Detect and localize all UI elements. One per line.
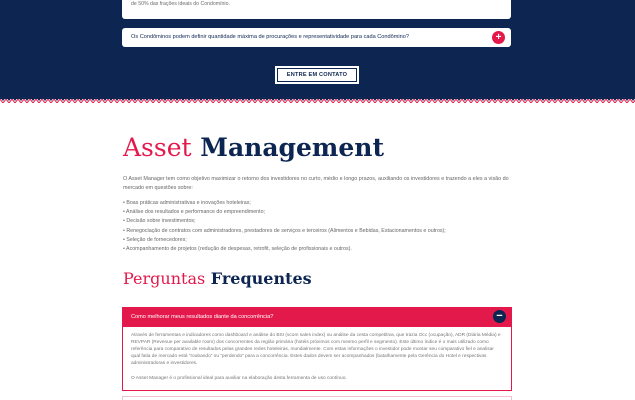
- faq-question[interactable]: Os Condôminos podem definir quantidade m…: [131, 34, 409, 40]
- faq-accordion-header[interactable]: Como melhorar meus resultados diante da …: [123, 307, 512, 327]
- faq-item-procuracoes[interactable]: Os Condôminos podem definir quantidade m…: [122, 28, 511, 47]
- title-light-part: Asset: [123, 133, 192, 162]
- list-item: • Análise dos resultados e performance d…: [123, 209, 266, 216]
- list-item: • Decisão sobre investimentos;: [123, 218, 196, 225]
- contact-button[interactable]: ENTRE EM CONTATO: [277, 68, 357, 82]
- faq-answer-card: de 50% das frações ideais do Condomínio.: [122, 0, 511, 19]
- faq-navy-section: de 50% das frações ideais do Condomínio.…: [0, 0, 635, 99]
- title-bold-part: Management: [200, 133, 384, 162]
- plus-icon[interactable]: +: [492, 31, 505, 44]
- list-item: • Boas práticas administrativas e inovaç…: [123, 200, 251, 206]
- zigzag-divider: [0, 97, 635, 103]
- asset-bullet-list: • Boas práticas administrativas e inovaç…: [123, 199, 515, 254]
- minus-icon[interactable]: −: [493, 310, 506, 323]
- title-bold-part: Frequentes: [210, 269, 312, 288]
- list-item: • Renegociação de contratos com administ…: [123, 227, 446, 234]
- asset-management-title: Asset Management: [123, 133, 384, 163]
- faq-accordion-item-next[interactable]: [122, 396, 512, 400]
- faq-answer-text: Através de ferramentas e indicadores com…: [131, 333, 501, 366]
- title-light-part: Perguntas: [123, 269, 206, 288]
- list-item: • Seleção de fornecedores;: [123, 236, 187, 243]
- faq-answer-text: O Asset Manager é o profissional ideal p…: [131, 376, 347, 381]
- faq-question[interactable]: Como melhorar meus resultados diante da …: [131, 314, 273, 320]
- faq-title: Perguntas Frequentes: [123, 268, 312, 290]
- faq-accordion-item: Como melhorar meus resultados diante da …: [122, 307, 512, 391]
- list-item: • Acompanhamento de projetos (redução de…: [123, 246, 352, 253]
- asset-intro-text: O Asset Manager tem como objetivo maximi…: [123, 176, 509, 191]
- faq-answer-text: de 50% das frações ideais do Condomínio.: [131, 1, 230, 7]
